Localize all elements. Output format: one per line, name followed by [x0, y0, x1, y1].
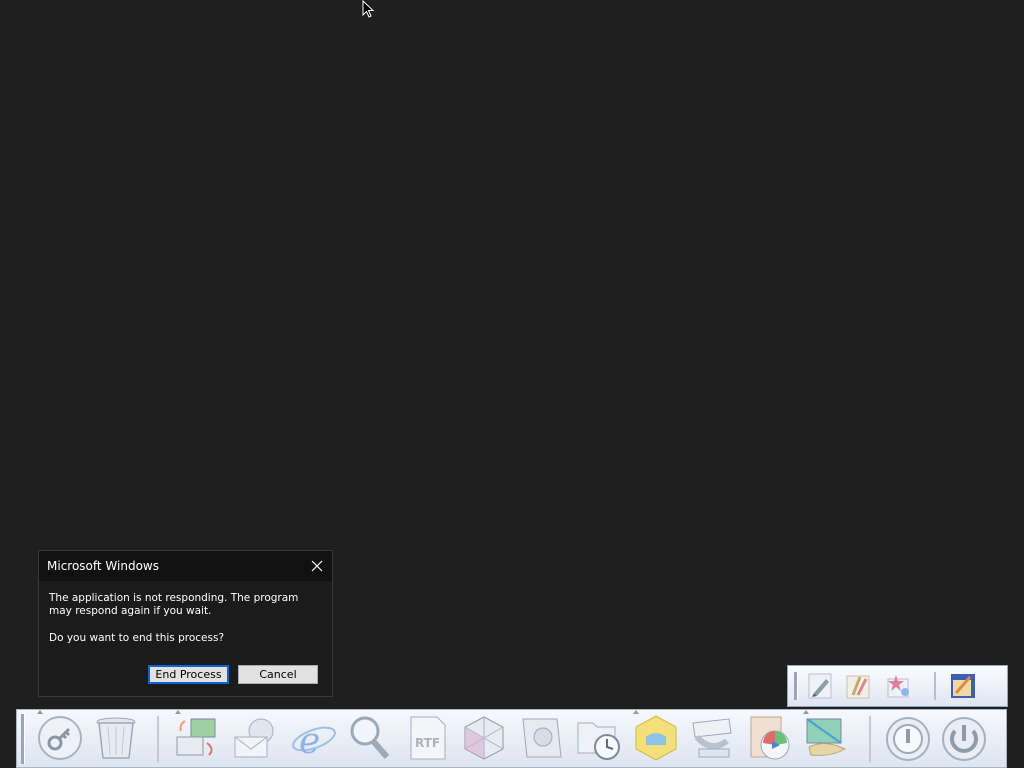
- scheduled-folder-icon[interactable]: [575, 713, 625, 763]
- search-icon[interactable]: [345, 713, 395, 763]
- shutdown-icon[interactable]: [939, 713, 989, 763]
- dialog-message: The application is not responding. The p…: [49, 592, 299, 617]
- key-icon[interactable]: [35, 713, 85, 763]
- close-icon: [311, 560, 323, 572]
- log-off-icon[interactable]: [883, 713, 933, 763]
- dock-separator: [869, 716, 871, 762]
- network-transfer-icon[interactable]: [173, 713, 223, 763]
- scanner-icon[interactable]: [687, 713, 737, 763]
- package-icon[interactable]: [631, 713, 681, 763]
- 3d-cube-icon[interactable]: [459, 713, 509, 763]
- dock-separator: [157, 716, 159, 762]
- paint-program-icon[interactable]: [948, 671, 978, 701]
- dialog-title: Microsoft Windows: [47, 559, 159, 573]
- shape-star-icon[interactable]: [884, 671, 914, 701]
- taskbar-dock: e RTF: [16, 709, 1007, 768]
- rtf-document-icon[interactable]: RTF: [403, 713, 453, 763]
- recycle-bin-icon[interactable]: [91, 713, 141, 763]
- dock-drag-handle[interactable]: [21, 714, 25, 764]
- cancel-button[interactable]: Cancel: [238, 665, 318, 684]
- not-responding-dialog: Microsoft Windows The application is not…: [38, 550, 333, 697]
- paint-brushes-icon[interactable]: [844, 671, 874, 701]
- hard-drive-icon[interactable]: [517, 713, 567, 763]
- close-button[interactable]: [308, 557, 326, 575]
- mouse-cursor: [362, 0, 375, 18]
- end-process-button[interactable]: End Process: [148, 665, 229, 684]
- dialog-question: Do you want to end this process?: [49, 632, 225, 644]
- tray-drag-handle[interactable]: [794, 672, 798, 700]
- svg-text:RTF: RTF: [415, 736, 440, 750]
- quick-launch-tray: [787, 665, 1008, 707]
- svg-text:e: e: [299, 721, 320, 762]
- pen-tool-icon[interactable]: [806, 671, 836, 701]
- media-player-icon[interactable]: [745, 713, 795, 763]
- tray-separator: [934, 672, 936, 700]
- display-settings-icon[interactable]: [801, 713, 851, 763]
- mail-icon[interactable]: [231, 713, 281, 763]
- dialog-title-bar[interactable]: Microsoft Windows: [39, 551, 332, 581]
- internet-explorer-icon[interactable]: e: [289, 713, 339, 763]
